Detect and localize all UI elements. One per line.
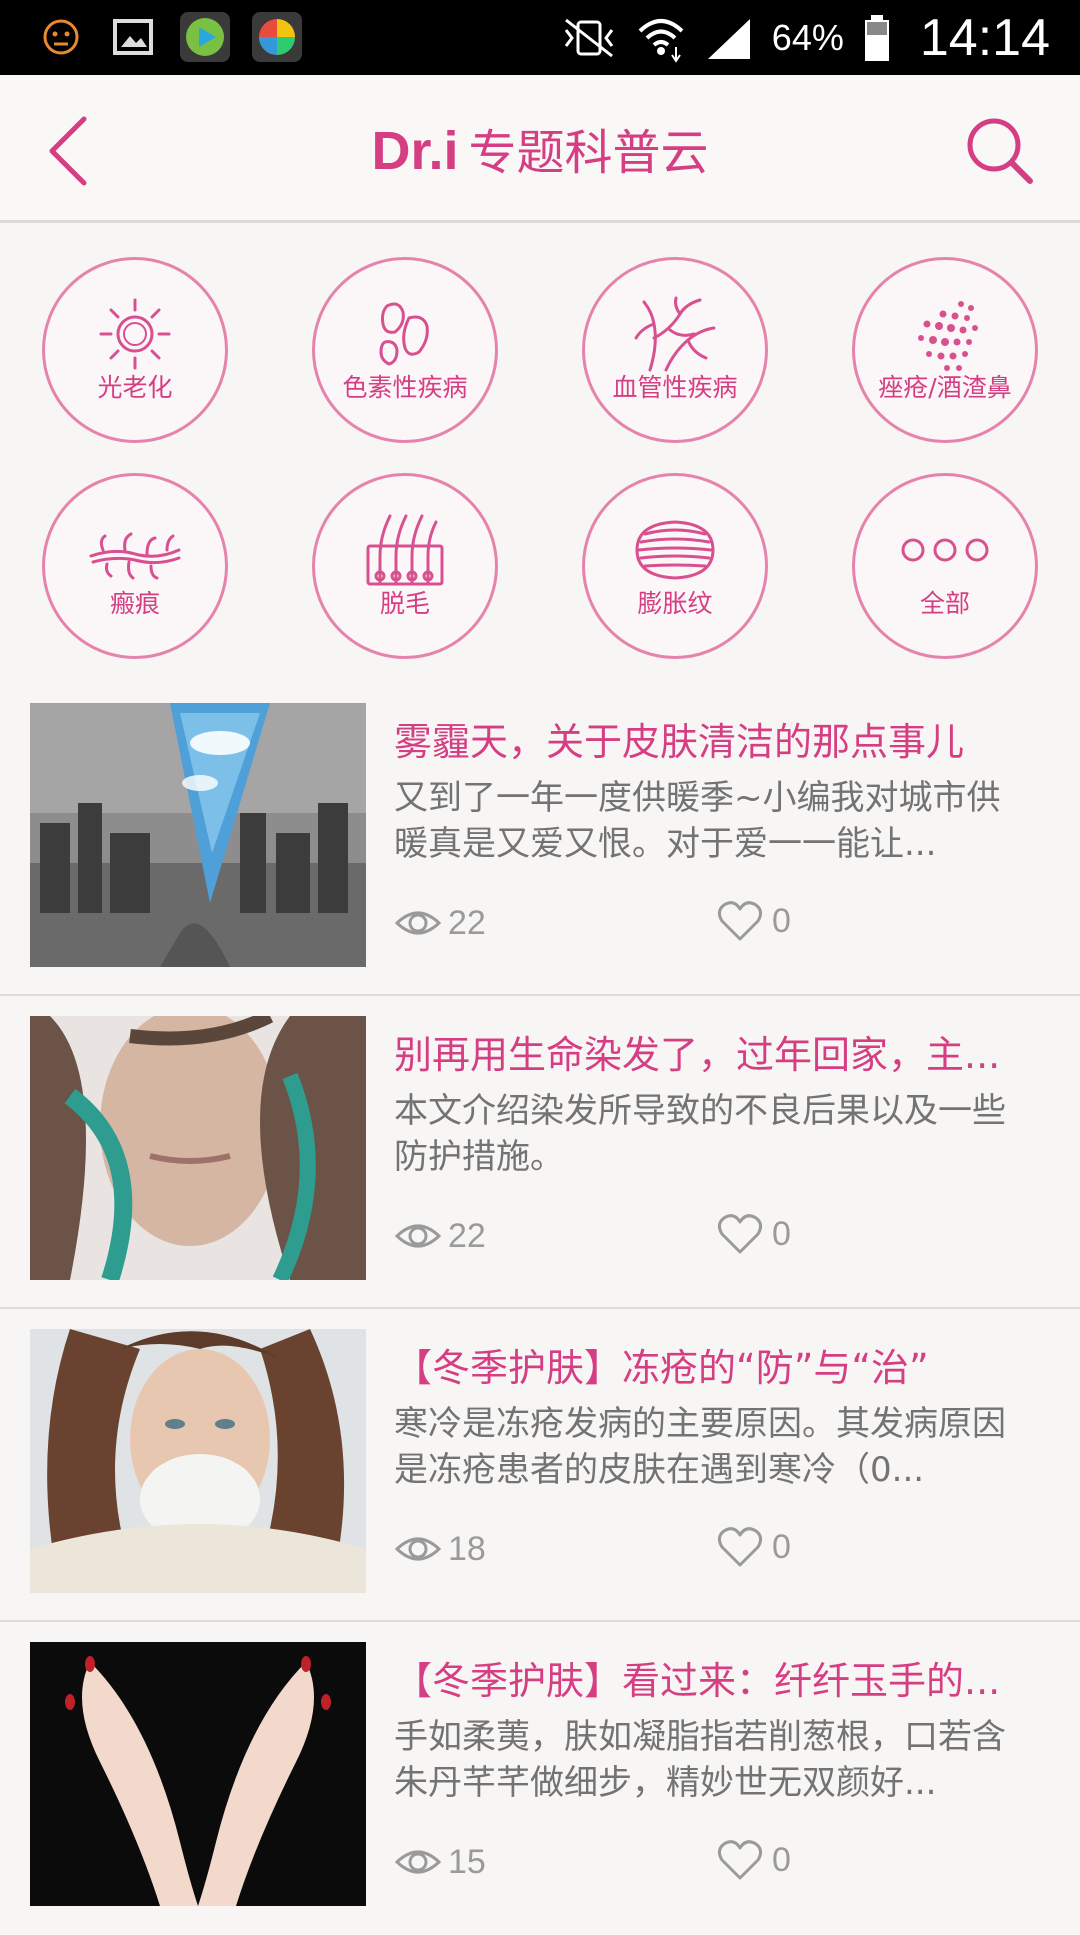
vessel-icon	[634, 296, 716, 372]
category-acne-rosacea[interactable]: 痤疮/酒渣鼻	[852, 257, 1038, 443]
brand-logo: Dr.i	[371, 121, 459, 181]
article-thumbnail	[30, 703, 366, 967]
emoji-notification-icon	[36, 12, 86, 62]
eye-icon	[394, 911, 442, 935]
scar-icon	[89, 532, 181, 580]
eye-icon	[394, 1850, 442, 1874]
article-title: 别再用生命染发了，过年回家，主...	[394, 1033, 1001, 1077]
hair-follicle-icon	[366, 514, 444, 586]
battery-icon	[864, 14, 889, 61]
category-grid: 光老化 色素性疾病 血管性疾病 痤疮/酒渣鼻 瘢痕 脱毛 膨胀纹 全部	[0, 225, 1080, 665]
article-thumbnail	[30, 1329, 366, 1593]
article-item[interactable]: 【冬季护肤】看过来：纤纤玉手的... 手如柔荑，肤如凝脂指若削葱根，口若含朱丹芊…	[0, 1622, 1080, 1935]
category-label: 瘢痕	[109, 589, 160, 618]
like-button[interactable]: 0	[716, 1838, 791, 1882]
article-item[interactable]: 【冬季护肤】冻疮的“防”与“治” 寒冷是冻疮发病的主要原因。其发病原因是冻疮患者…	[0, 1309, 1080, 1622]
category-label: 膨胀纹	[637, 589, 713, 618]
heart-icon	[717, 1527, 763, 1567]
search-button[interactable]	[964, 115, 1036, 187]
article-thumbnail	[30, 1016, 366, 1280]
view-count: 15	[394, 1842, 486, 1882]
like-button[interactable]: 0	[716, 1212, 791, 1256]
article-description: 手如柔荑，肤如凝脂指若削葱根，口若含朱丹芊芊做细步，精妙世无双颜好...	[394, 1717, 1006, 1803]
clock: 14:14	[919, 8, 1050, 67]
category-stretch-marks[interactable]: 膨胀纹	[582, 473, 768, 659]
more-dots-icon	[901, 538, 989, 562]
category-label: 色素性疾病	[342, 373, 468, 402]
heart-icon	[717, 1214, 763, 1254]
eye-icon	[394, 1224, 442, 1248]
category-label: 脱毛	[379, 589, 430, 618]
wifi-icon	[638, 18, 684, 63]
eye-icon	[394, 1537, 442, 1561]
article-description: 本文介绍染发所导致的不良后果以及一些防护措施。	[394, 1091, 1006, 1177]
category-hair-removal[interactable]: 脱毛	[312, 473, 498, 659]
article-item[interactable]: 雾霾天，关于皮肤清洁的那点事儿 又到了一年一度供暖季~小编我对城市供暖真是又爱又…	[0, 683, 1080, 996]
battery-percent: 64%	[771, 16, 844, 58]
like-button[interactable]: 0	[716, 899, 791, 943]
signal-icon	[707, 18, 750, 59]
category-vascular-disease[interactable]: 血管性疾病	[582, 257, 768, 443]
stretch-mark-icon	[635, 520, 715, 580]
article-description: 寒冷是冻疮发病的主要原因。其发病原因是冻疮患者的皮肤在遇到寒冷（0...	[394, 1404, 1006, 1490]
article-item[interactable]: 别再用生命染发了，过年回家，主... 本文介绍染发所导致的不良后果以及一些防护措…	[0, 996, 1080, 1309]
view-count-value: 22	[448, 903, 486, 942]
view-count-value: 22	[448, 1216, 486, 1255]
pigment-icon	[379, 302, 429, 366]
article-description: 又到了一年一度供暖季~小编我对城市供暖真是又爱又恨。对于爱一一能让...	[394, 778, 1001, 864]
category-all[interactable]: 全部	[852, 473, 1038, 659]
category-label: 光老化	[97, 373, 173, 402]
sun-icon	[99, 298, 171, 370]
vibrate-mute-icon	[564, 18, 613, 57]
search-icon	[967, 118, 1033, 184]
like-count-value: 0	[772, 901, 791, 940]
status-bar: 64% 14:14	[0, 0, 1080, 75]
view-count: 18	[394, 1529, 486, 1569]
game-app-icon	[252, 12, 302, 62]
heart-icon	[717, 901, 763, 941]
category-label: 痤疮/酒渣鼻	[878, 373, 1012, 402]
like-count-value: 0	[772, 1527, 791, 1566]
video-app-icon	[180, 12, 230, 62]
view-count: 22	[394, 1216, 486, 1256]
view-count: 22	[394, 903, 486, 943]
category-photoaging[interactable]: 光老化	[42, 257, 228, 443]
article-title: 【冬季护肤】冻疮的“防”与“治”	[394, 1346, 929, 1390]
view-count-value: 15	[448, 1842, 486, 1881]
article-title: 雾霾天，关于皮肤清洁的那点事儿	[394, 720, 965, 764]
image-notification-icon	[108, 12, 158, 62]
article-thumbnail	[30, 1642, 366, 1906]
view-count-value: 18	[448, 1529, 486, 1568]
like-button[interactable]: 0	[716, 1525, 791, 1569]
page-title-text: 专题科普云	[468, 125, 709, 181]
category-label: 全部	[919, 589, 970, 618]
heart-icon	[717, 1840, 763, 1880]
article-title: 【冬季护肤】看过来：纤纤玉手的...	[394, 1659, 1001, 1703]
like-count-value: 0	[772, 1214, 791, 1253]
acne-dots-icon	[918, 301, 978, 371]
category-scar[interactable]: 瘢痕	[42, 473, 228, 659]
page-title: Dr.i 专题科普云	[0, 113, 1080, 183]
category-pigment-disease[interactable]: 色素性疾病	[312, 257, 498, 443]
app-header: Dr.i 专题科普云	[0, 75, 1080, 223]
category-label: 血管性疾病	[612, 373, 738, 402]
like-count-value: 0	[772, 1840, 791, 1879]
